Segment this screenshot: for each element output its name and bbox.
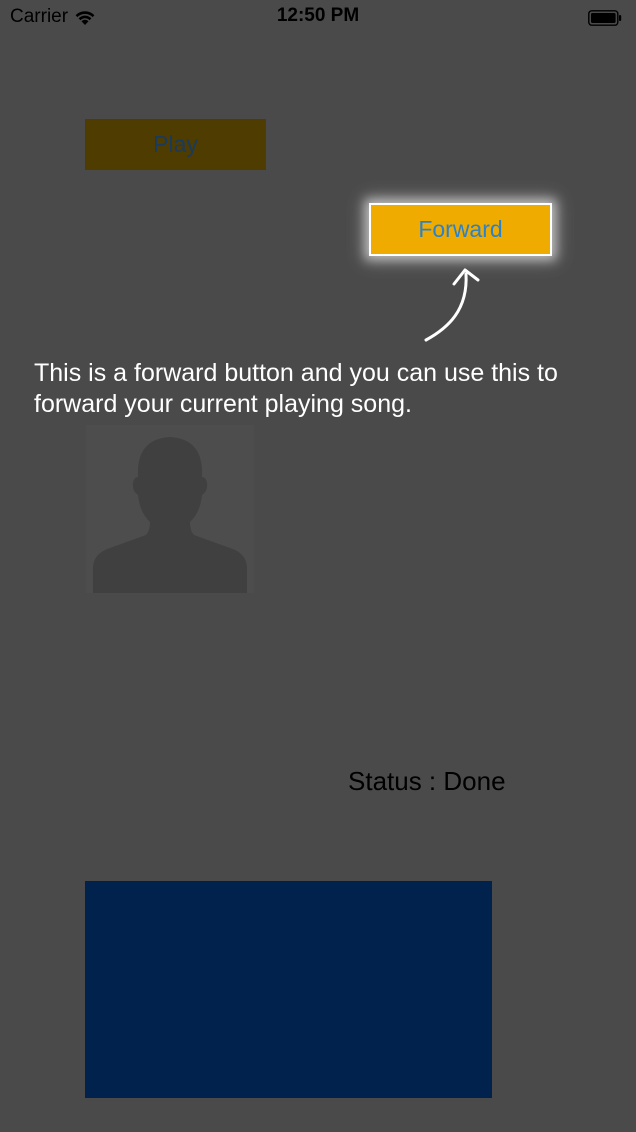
forward-button[interactable]: Forward (369, 203, 552, 256)
status-label: Status : Done (348, 766, 506, 796)
play-button[interactable]: Play (85, 119, 266, 170)
person-silhouette-icon (93, 437, 247, 593)
status-bar: Carrier 12:50 PM (0, 0, 636, 36)
avatar (86, 425, 254, 593)
curved-arrow-icon (424, 268, 480, 342)
clock: 12:50 PM (276, 5, 360, 26)
coachmark-text: This is a forward button and you can use… (34, 359, 558, 418)
content-panel (85, 881, 492, 1098)
battery-icon (588, 10, 622, 26)
